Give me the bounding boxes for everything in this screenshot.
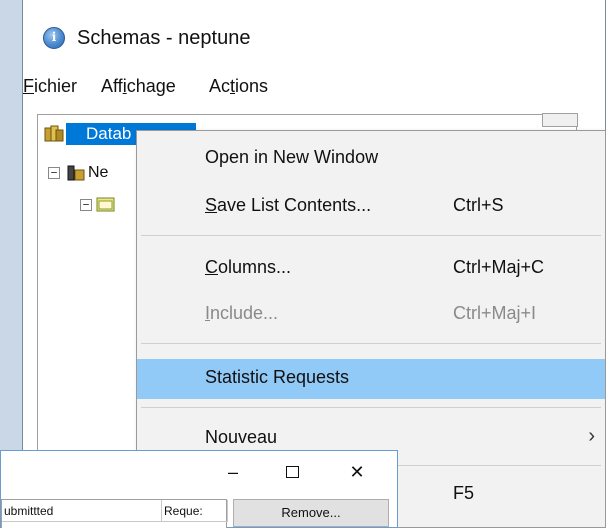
minimize-button[interactable]: – (213, 459, 253, 485)
menu-item-label: Statistic Requests (205, 367, 350, 387)
menu-shortcut: Ctrl+Maj+I (453, 303, 537, 323)
tree-item-database-label: Datab (86, 124, 132, 143)
schema-folder-icon (96, 197, 115, 212)
column-header-request[interactable]: Reque: (162, 500, 228, 522)
menu-item-label: Columns... (205, 257, 292, 277)
menu-item-label: Save List Contents... (205, 195, 372, 215)
app-info-icon: i (43, 27, 65, 49)
server-icon (67, 165, 85, 181)
collapse-icon[interactable]: − (48, 167, 60, 179)
maximize-button[interactable] (273, 459, 313, 485)
menu-shortcut: F5 (453, 483, 475, 503)
remove-button[interactable]: Remove... (233, 499, 389, 527)
menu-affichage[interactable]: Affichage (101, 76, 176, 97)
menu-separator (141, 407, 601, 408)
requests-list[interactable]: ubmittted Reque: (1, 499, 228, 528)
menu-fichier[interactable]: Fichier (23, 76, 77, 97)
menu-item-label: Nouveau (205, 427, 278, 447)
chevron-right-icon: › (588, 425, 595, 447)
menu-item-label: Open in New Window (205, 147, 379, 167)
pane-splitter[interactable] (542, 113, 578, 127)
menu-include: Include... Ctrl+Maj+I (137, 295, 605, 335)
menu-separator (141, 235, 601, 236)
menu-separator (141, 343, 601, 344)
database-root-icon (44, 125, 64, 142)
window-title: Schemas - neptune (77, 27, 251, 49)
menu-columns[interactable]: Columns... Ctrl+Maj+C (137, 249, 605, 289)
menu-statistic-requests[interactable]: Statistic Requests (137, 359, 605, 399)
statistic-requests-dialog: – ✕ ubmittted Reque: Remove... (0, 450, 398, 528)
maximize-icon (286, 466, 299, 478)
menu-actions[interactable]: Actions (209, 76, 268, 97)
collapse-icon[interactable]: − (80, 199, 92, 211)
title-bar: i Schemas - neptune (23, 0, 605, 64)
menu-save-list-contents[interactable]: Save List Contents... Ctrl+S (137, 187, 605, 227)
menu-item-label: Include... (205, 303, 279, 323)
menu-shortcut: Ctrl+Maj+C (453, 257, 545, 277)
dialog-title-bar: – ✕ (1, 451, 397, 495)
tree-item-neptune-label[interactable]: Ne (88, 164, 108, 182)
menu-shortcut: Ctrl+S (453, 195, 504, 215)
close-button[interactable]: ✕ (337, 459, 377, 485)
menu-open-in-new-window[interactable]: Open in New Window (137, 139, 605, 179)
menu-bar: Fichier Affichage Actions (23, 76, 605, 104)
column-header-submitted[interactable]: ubmittted (2, 500, 162, 522)
